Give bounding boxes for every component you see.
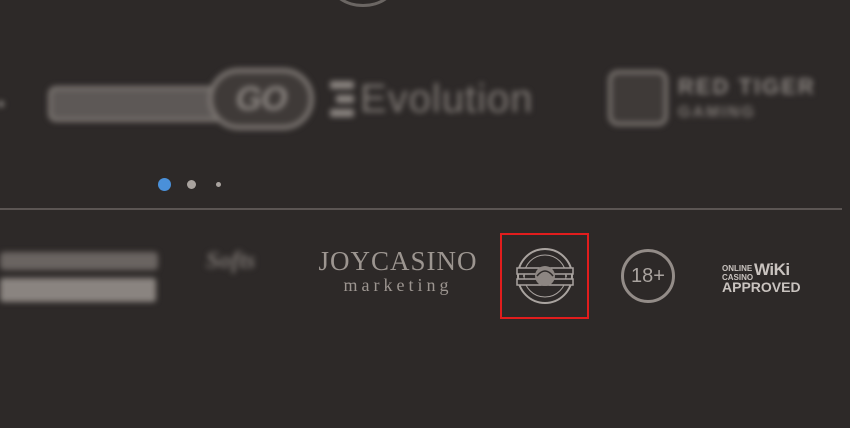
blurred-partner-logo-1[interactable]	[0, 252, 160, 306]
online-casino-wiki-approved-logo[interactable]: ONLINE CASINO WiKi APPROVED	[720, 260, 801, 295]
playngo-bar	[48, 86, 231, 122]
carousel-dot-3[interactable]	[216, 182, 221, 187]
providers-footer-section: GO Evolution RED TIGER GAMING Softs JOYC…	[0, 0, 850, 428]
age-18-plus-badge[interactable]: 18+	[621, 249, 675, 303]
joycasino-title: JOYCASINO	[318, 246, 478, 276]
carousel-dot-1-active[interactable]	[158, 178, 171, 191]
evolution-mark-icon	[330, 79, 354, 119]
wiki-big-text: WiKi	[754, 260, 790, 279]
redtiger-text-line2: GAMING	[678, 104, 756, 121]
provider-logo-evolution[interactable]: Evolution	[330, 74, 534, 124]
joycasino-subtitle: marketing	[343, 275, 453, 295]
provider-carousel: GO Evolution RED TIGER GAMING	[0, 60, 850, 140]
provider-logo-playngo[interactable]: GO	[48, 68, 314, 130]
age-badge-text: 18+	[631, 264, 665, 287]
prev-item-edge	[0, 101, 4, 107]
redtiger-emblem-icon	[608, 70, 668, 126]
wiki-approved-text: APPROVED	[722, 279, 801, 295]
certification-seal-highlight[interactable]	[500, 233, 589, 319]
playngo-go-text: GO	[235, 79, 288, 118]
blurred-logo-2-text: Softs	[206, 248, 256, 274]
joycasino-marketing-logo[interactable]: JOYCASINO marketing	[318, 246, 476, 306]
playngo-circle: GO	[208, 68, 314, 130]
section-divider	[0, 208, 842, 210]
provider-logo-redtiger[interactable]: RED TIGER GAMING	[608, 68, 816, 128]
footer-logos-row: Softs JOYCASINO marketing 18+ ONLINE CAS…	[0, 230, 850, 330]
top-circle-partial	[330, 0, 396, 7]
blurred-partner-logo-2[interactable]: Softs	[206, 248, 282, 306]
wiki-small-line1: ONLINE	[722, 264, 753, 273]
carousel-dot-2[interactable]	[187, 180, 196, 189]
evolution-text: Evolution	[360, 76, 534, 121]
redtiger-text-line1: RED TIGER	[678, 74, 816, 99]
certification-seal-icon	[515, 248, 574, 304]
carousel-pagination	[158, 178, 228, 192]
